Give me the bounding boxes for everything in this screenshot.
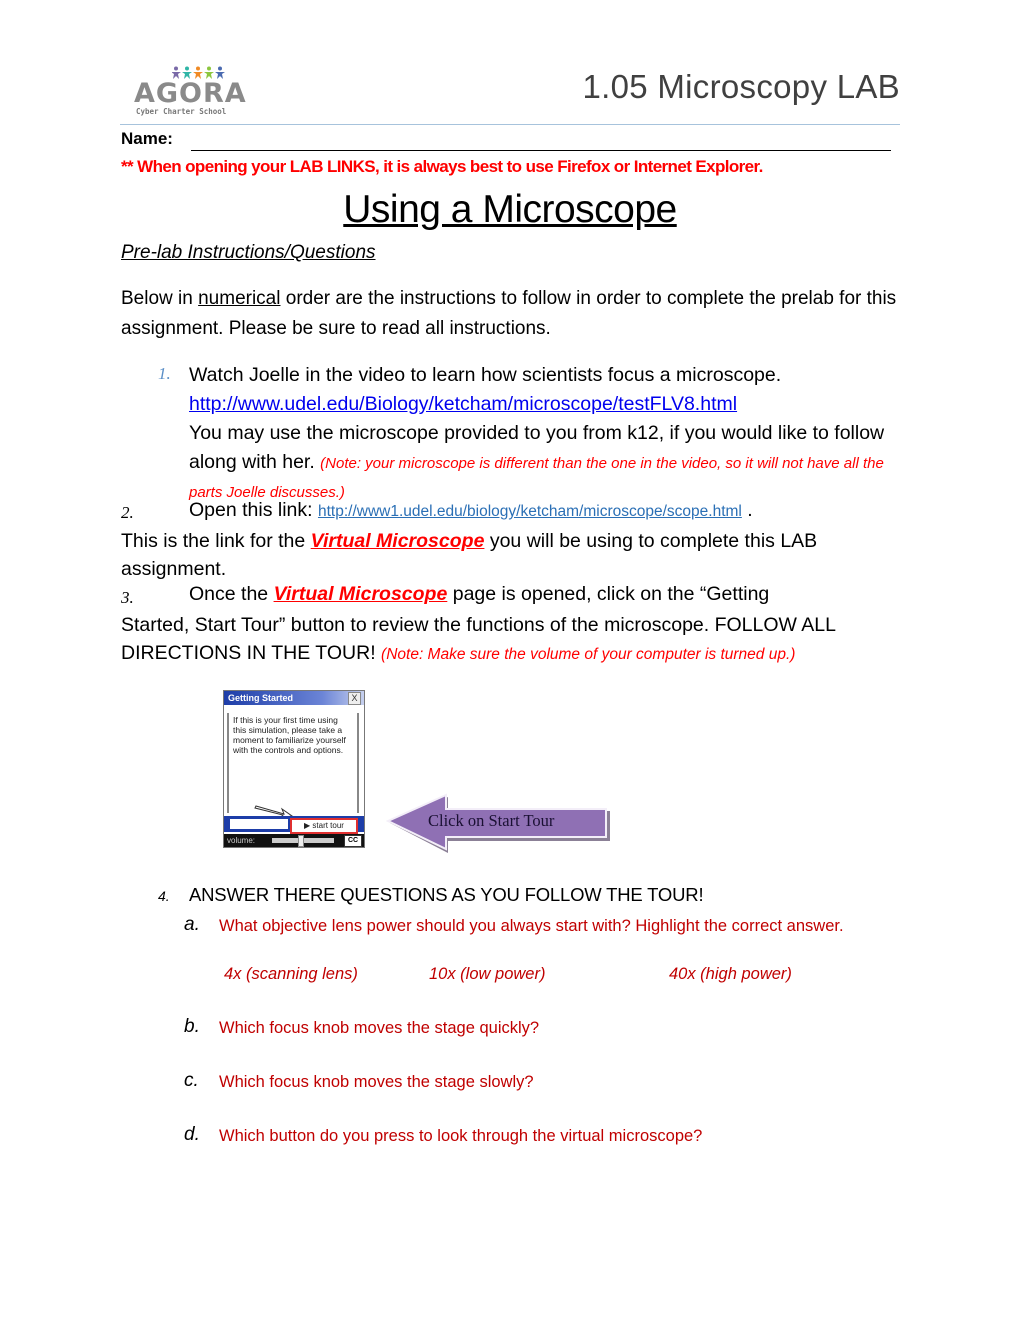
question-a-letter: a. bbox=[184, 914, 200, 935]
question-a-text: What objective lens power should you alw… bbox=[219, 917, 844, 935]
step-3-prefix: Once the bbox=[189, 583, 274, 605]
step-3-line: Once the Virtual Microscope page is open… bbox=[189, 583, 769, 606]
virtual-microscope-highlight-2: Virtual Microscope bbox=[273, 583, 448, 605]
question-c-letter: c. bbox=[184, 1070, 199, 1091]
click-start-tour-callout: Click on Start Tour bbox=[385, 793, 612, 855]
intro-paragraph: Below in numerical order are the instruc… bbox=[121, 284, 901, 344]
intro-underlined: numerical bbox=[198, 288, 281, 309]
logo-figure-head bbox=[218, 66, 222, 71]
logo-figure-head bbox=[174, 66, 178, 71]
step-2-description: This is the link for the Virtual Microsc… bbox=[121, 527, 861, 583]
step-2-text: This is the link for the bbox=[121, 530, 311, 552]
step-4-number: 4. bbox=[158, 888, 170, 904]
intro-text: Below in bbox=[121, 288, 199, 309]
step-2-prefix: Open this link: bbox=[189, 499, 318, 521]
answer-option-40x[interactable]: 40x (high power) bbox=[669, 965, 792, 984]
step-1-text: Watch Joelle in the video to learn how s… bbox=[189, 364, 782, 386]
getting-started-title: Getting Started bbox=[228, 693, 294, 703]
close-icon: X bbox=[348, 692, 361, 705]
step-3-number: 3. bbox=[121, 588, 134, 607]
question-b-text: Which focus knob moves the stage quickly… bbox=[219, 1019, 540, 1037]
answer-option-10x[interactable]: 10x (low power) bbox=[429, 965, 545, 984]
logo-name: AGORA bbox=[134, 78, 247, 109]
question-d-text: Which button do you press to look throug… bbox=[219, 1127, 703, 1145]
getting-started-input bbox=[230, 819, 288, 829]
browser-warning: ** When opening your LAB LINKS, it is al… bbox=[121, 157, 763, 176]
video-link[interactable]: http://www.udel.edu/Biology/ketcham/micr… bbox=[189, 393, 737, 415]
volume-bar: volume: CC bbox=[224, 834, 364, 847]
step-2-suffix: . bbox=[741, 499, 753, 521]
start-tour-button: ▶ start tour bbox=[290, 818, 358, 834]
agora-logo: AGORA Cyber Charter School bbox=[132, 66, 247, 118]
step-3-note: (Note: Make sure the volume of your comp… bbox=[381, 646, 796, 663]
virtual-microscope-highlight: Virtual Microscope bbox=[310, 530, 485, 552]
step-3-line-after: page is opened, click on the “Getting bbox=[447, 583, 770, 605]
answer-option-4x[interactable]: 4x (scanning lens) bbox=[224, 965, 358, 984]
volume-label: volume: bbox=[227, 836, 256, 845]
step-2-number: 2. bbox=[121, 503, 134, 522]
callout-text: Click on Start Tour bbox=[428, 811, 555, 830]
getting-started-text: If this is your first time using this si… bbox=[233, 715, 346, 755]
step-2-line: Open this link: http://www1.udel.edu/bio… bbox=[189, 499, 753, 522]
name-field[interactable] bbox=[191, 150, 891, 151]
logo-figure-head bbox=[196, 66, 200, 71]
logo-figure-head bbox=[185, 66, 189, 71]
step-3-description: Started, Start Tour” button to review th… bbox=[121, 611, 881, 669]
closed-captions-icon: CC bbox=[344, 835, 362, 847]
document-title: 1.05 Microscopy LAB bbox=[582, 68, 900, 105]
getting-started-body: If this is your first time using this si… bbox=[227, 713, 359, 813]
virtual-microscope-link[interactable]: http://www1.udel.edu/biology/ketcham/mic… bbox=[318, 503, 742, 520]
step-4-text: ANSWER THERE QUESTIONS AS YOU FOLLOW THE… bbox=[189, 884, 704, 905]
header-divider bbox=[120, 124, 900, 125]
getting-started-titlebar: Getting Started X bbox=[224, 691, 364, 705]
step-1: Watch Joelle in the video to learn how s… bbox=[189, 361, 909, 506]
question-d-letter: d. bbox=[184, 1124, 200, 1145]
getting-started-screenshot: Getting Started X If this is your first … bbox=[223, 690, 365, 848]
page-heading: Using a Microscope bbox=[343, 188, 677, 231]
logo-subtitle: Cyber Charter School bbox=[136, 107, 227, 116]
name-label: Name: bbox=[121, 129, 173, 148]
question-c-text: Which focus knob moves the stage slowly? bbox=[219, 1073, 534, 1091]
question-b-letter: b. bbox=[184, 1016, 200, 1037]
logo-figure-head bbox=[207, 66, 211, 71]
step-1-number: 1. bbox=[158, 364, 171, 383]
prelab-subheading: Pre-lab Instructions/Questions bbox=[121, 242, 376, 263]
volume-slider-knob bbox=[298, 835, 305, 847]
